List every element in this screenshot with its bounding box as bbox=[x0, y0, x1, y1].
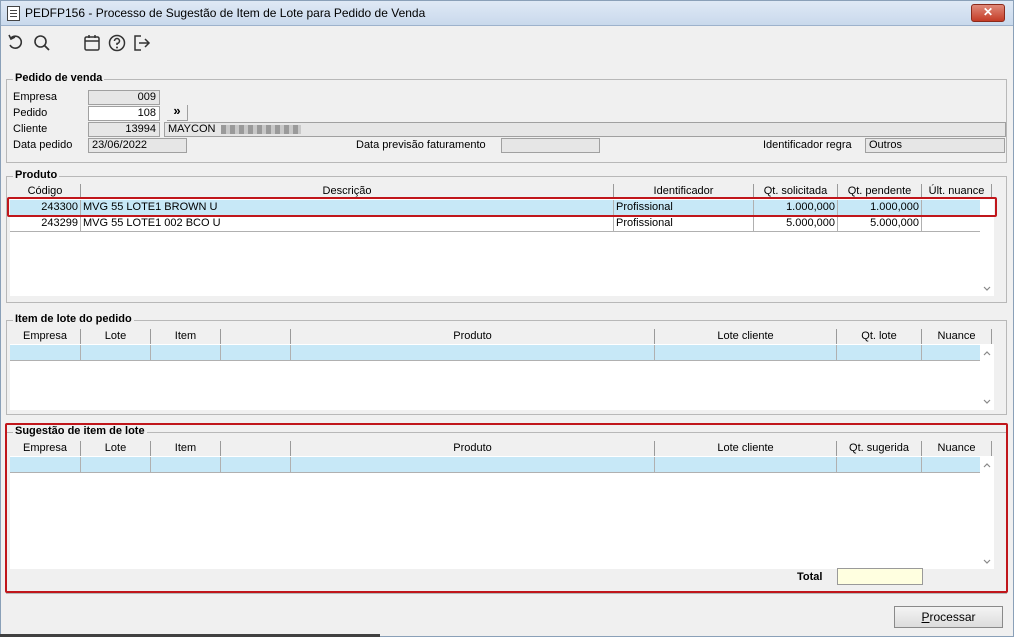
cell-empty bbox=[655, 345, 837, 361]
calendar-icon[interactable] bbox=[82, 33, 102, 53]
col-nuance[interactable]: Nuance bbox=[922, 329, 992, 344]
cell-identificador: Profissional bbox=[614, 216, 754, 232]
pedido-field[interactable]: 108 bbox=[88, 106, 160, 121]
item-lote-grid-header: Empresa Lote Item Produto Lote cliente Q… bbox=[10, 329, 994, 344]
cell-empty bbox=[10, 345, 81, 361]
produto-legend: Produto bbox=[13, 169, 60, 181]
col-qt-lote[interactable]: Qt. lote bbox=[837, 329, 922, 344]
redacted-text bbox=[221, 124, 302, 134]
produto-group: Produto Código Descrição Identificador Q… bbox=[6, 169, 1007, 303]
selected-row-highlight bbox=[7, 197, 997, 217]
cell-descricao: MVG 55 LOTE1 002 BCO U bbox=[81, 216, 614, 232]
search-icon[interactable] bbox=[32, 33, 52, 53]
cell-qt-pendente: 5.000,000 bbox=[838, 216, 922, 232]
cliente-label: Cliente bbox=[13, 123, 48, 135]
cliente-name-field: MAYCON bbox=[164, 122, 1006, 137]
cell-codigo: 243299 bbox=[10, 216, 81, 232]
processar-label: rocessar bbox=[929, 610, 976, 624]
pedido-label: Pedido bbox=[13, 107, 48, 119]
identificador-regra-label: Identificador regra bbox=[763, 139, 852, 151]
data-previsao-label: Data previsão faturamento bbox=[356, 139, 486, 151]
sugestao-highlight bbox=[5, 423, 1008, 593]
cell-empty bbox=[221, 345, 291, 361]
identificador-regra-field: Outros bbox=[865, 138, 1005, 153]
chevron-down-icon[interactable] bbox=[982, 284, 992, 294]
cell-empty bbox=[291, 345, 655, 361]
exit-icon[interactable] bbox=[132, 33, 152, 53]
main-window: PEDFP156 - Processo de Sugestão de Item … bbox=[0, 0, 1014, 637]
cell-qt-solicitada: 5.000,000 bbox=[754, 216, 838, 232]
col-blank[interactable] bbox=[221, 329, 291, 344]
cell-empty bbox=[81, 345, 151, 361]
pedido-go-button[interactable]: » bbox=[167, 104, 188, 121]
close-button[interactable]: ✕ bbox=[971, 4, 1005, 22]
document-icon bbox=[7, 6, 20, 21]
cell-empty bbox=[151, 345, 221, 361]
chevron-up-icon[interactable] bbox=[982, 348, 992, 358]
item-lote-scrollbar[interactable] bbox=[980, 345, 994, 410]
col-item[interactable]: Item bbox=[151, 329, 221, 344]
data-pedido-label: Data pedido bbox=[13, 139, 73, 151]
data-previsao-field bbox=[501, 138, 600, 153]
processar-accesskey: P bbox=[921, 610, 930, 624]
toolbar bbox=[1, 26, 1013, 60]
undo-icon[interactable] bbox=[6, 33, 26, 53]
item-lote-group: Item de lote do pedido Empresa Lote Item… bbox=[6, 313, 1007, 415]
cell-empty bbox=[837, 345, 922, 361]
chevron-down-icon[interactable] bbox=[982, 397, 992, 407]
cliente-name: MAYCON bbox=[168, 123, 216, 135]
empresa-field: 009 bbox=[88, 90, 160, 105]
data-pedido-field: 23/06/2022 bbox=[88, 138, 187, 153]
processar-button[interactable]: Processar bbox=[894, 606, 1003, 628]
title-bar: PEDFP156 - Processo de Sugestão de Item … bbox=[1, 1, 1013, 26]
window-title: PEDFP156 - Processo de Sugestão de Item … bbox=[25, 6, 426, 20]
col-empresa[interactable]: Empresa bbox=[10, 329, 81, 344]
pedido-venda-group: Pedido de venda Empresa 009 Pedido 108 »… bbox=[6, 72, 1007, 163]
help-icon[interactable] bbox=[107, 33, 127, 53]
cliente-code-field: 13994 bbox=[88, 122, 160, 137]
item-lote-grid: Empresa Lote Item Produto Lote cliente Q… bbox=[10, 329, 994, 410]
col-produto[interactable]: Produto bbox=[291, 329, 655, 344]
item-lote-legend: Item de lote do pedido bbox=[13, 313, 134, 325]
col-lote-cliente[interactable]: Lote cliente bbox=[655, 329, 837, 344]
col-lote[interactable]: Lote bbox=[81, 329, 151, 344]
pedido-venda-legend: Pedido de venda bbox=[13, 72, 105, 84]
empresa-label: Empresa bbox=[13, 91, 58, 103]
